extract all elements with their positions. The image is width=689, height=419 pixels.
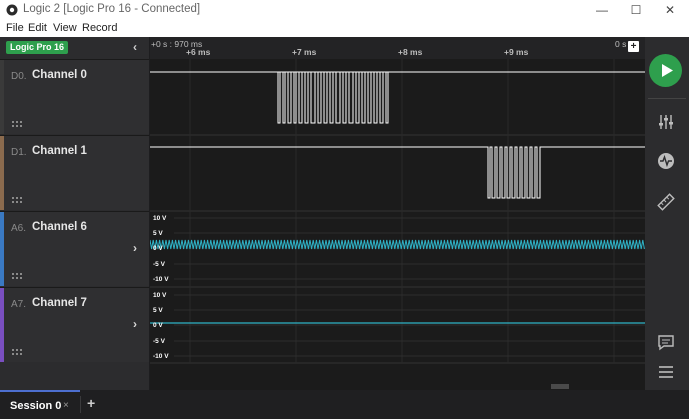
maximize-icon: ☐ bbox=[630, 3, 642, 17]
channel-name[interactable]: Channel 1 bbox=[32, 145, 87, 157]
ch6-scale-0v: 0 V bbox=[153, 245, 163, 252]
chevron-left-icon[interactable]: ‹ bbox=[133, 40, 137, 54]
waveform-view[interactable]: 10 V 5 V 0 V -5 V -10 V 10 V 5 V 0 V -5 … bbox=[150, 37, 645, 390]
channel-color-strip bbox=[0, 60, 4, 134]
ch6-scale-neg5v: -5 V bbox=[153, 261, 166, 268]
tick-label: +7 ms bbox=[292, 47, 317, 57]
tick-label: +8 ms bbox=[398, 47, 423, 57]
chevron-right-icon[interactable]: › bbox=[133, 241, 137, 255]
drag-handle-icon[interactable] bbox=[12, 121, 23, 128]
ch7-scale-5v: 5 V bbox=[153, 307, 163, 314]
channel-name[interactable]: Channel 7 bbox=[32, 297, 87, 309]
channel-color-strip bbox=[0, 288, 4, 362]
ch7-scale-0v: 0 V bbox=[153, 322, 163, 329]
add-session-button[interactable]: + bbox=[87, 395, 95, 411]
chevron-right-icon[interactable]: › bbox=[133, 317, 137, 331]
waveform-measure-icon[interactable] bbox=[657, 152, 675, 170]
channel-row-0[interactable]: D0. Channel 0 bbox=[0, 59, 149, 134]
menu-icon[interactable] bbox=[657, 363, 675, 381]
session-tab-label: Session 0 bbox=[10, 400, 62, 412]
channel-id: A6. bbox=[11, 223, 27, 234]
ch6-scale-10v: 10 V bbox=[153, 215, 167, 222]
channel-row-7[interactable]: A7. Channel 7 › bbox=[0, 287, 149, 362]
sidebar-divider bbox=[648, 98, 686, 99]
channel-id: A7. bbox=[11, 299, 27, 310]
channel-row-1[interactable]: D1. Channel 1 bbox=[0, 135, 149, 210]
play-icon bbox=[662, 64, 673, 77]
menu-file[interactable]: File bbox=[6, 22, 24, 34]
sliders-icon[interactable] bbox=[657, 113, 675, 131]
device-header: Logic Pro 16 ‹ bbox=[0, 37, 149, 59]
add-timing-marker-button[interactable]: + bbox=[628, 41, 639, 52]
channel-color-strip bbox=[0, 212, 4, 286]
right-sidebar bbox=[645, 37, 689, 390]
channel-id: D1. bbox=[11, 147, 27, 158]
close-icon: ✕ bbox=[664, 3, 676, 17]
title-bar: Logic 2 [Logic Pro 16 - Connected] — ☐ ✕ bbox=[0, 0, 689, 20]
timeline-ruler[interactable]: +0 s : 970 ms +6 ms +7 ms +8 ms +9 ms 0 … bbox=[150, 37, 645, 59]
ch7-scale-neg10v: -10 V bbox=[153, 353, 169, 360]
channel-0-waveform bbox=[150, 71, 645, 124]
start-capture-button[interactable] bbox=[649, 54, 682, 87]
menu-bar: File Edit View Record bbox=[0, 20, 689, 37]
ch6-scale-neg10v: -10 V bbox=[153, 276, 169, 283]
tick-label: +6 ms bbox=[186, 47, 211, 57]
minimize-button[interactable]: — bbox=[584, 0, 620, 20]
channel-row-6[interactable]: A6. Channel 6 › bbox=[0, 211, 149, 286]
channel-name[interactable]: Channel 6 bbox=[32, 221, 87, 233]
drag-handle-icon[interactable] bbox=[12, 197, 23, 204]
menu-edit[interactable]: Edit bbox=[28, 22, 47, 34]
menu-record[interactable]: Record bbox=[82, 22, 117, 34]
channel-panel: Logic Pro 16 ‹ D0. Channel 0 D1. Channel… bbox=[0, 37, 150, 390]
channel-1-waveform bbox=[150, 146, 645, 199]
ch7-scale-10v: 10 V bbox=[153, 292, 167, 299]
menu-view[interactable]: View bbox=[53, 22, 77, 34]
session-tab[interactable]: Session 0 × bbox=[0, 390, 80, 419]
maximize-button[interactable]: ☐ bbox=[618, 0, 654, 20]
device-badge[interactable]: Logic Pro 16 bbox=[6, 41, 69, 54]
ch7-scale-neg5v: -5 V bbox=[153, 338, 166, 345]
close-window-button[interactable]: ✕ bbox=[652, 0, 688, 20]
drag-handle-icon[interactable] bbox=[12, 273, 23, 280]
tab-divider bbox=[80, 396, 81, 413]
horizontal-scrollbar[interactable] bbox=[150, 382, 645, 390]
close-session-icon[interactable]: × bbox=[63, 400, 69, 411]
window-title: Logic 2 [Logic Pro 16 - Connected] bbox=[23, 3, 201, 15]
channel-name[interactable]: Channel 0 bbox=[32, 69, 87, 81]
waveform-canvas[interactable]: 10 V 5 V 0 V -5 V -10 V 10 V 5 V 0 V -5 … bbox=[150, 37, 645, 390]
channel-color-strip bbox=[0, 136, 4, 210]
channel-id: D0. bbox=[11, 71, 27, 82]
drag-handle-icon[interactable] bbox=[12, 349, 23, 356]
ruler-icon[interactable] bbox=[657, 193, 675, 211]
comment-icon[interactable] bbox=[657, 333, 675, 351]
session-tab-bar: Session 0 × + bbox=[0, 390, 689, 419]
minimize-icon: — bbox=[596, 3, 608, 17]
logic-app-icon bbox=[6, 4, 18, 16]
ch6-scale-5v: 5 V bbox=[153, 230, 163, 237]
tick-label: +9 ms bbox=[504, 47, 529, 57]
scrollbar-thumb[interactable] bbox=[551, 384, 569, 389]
